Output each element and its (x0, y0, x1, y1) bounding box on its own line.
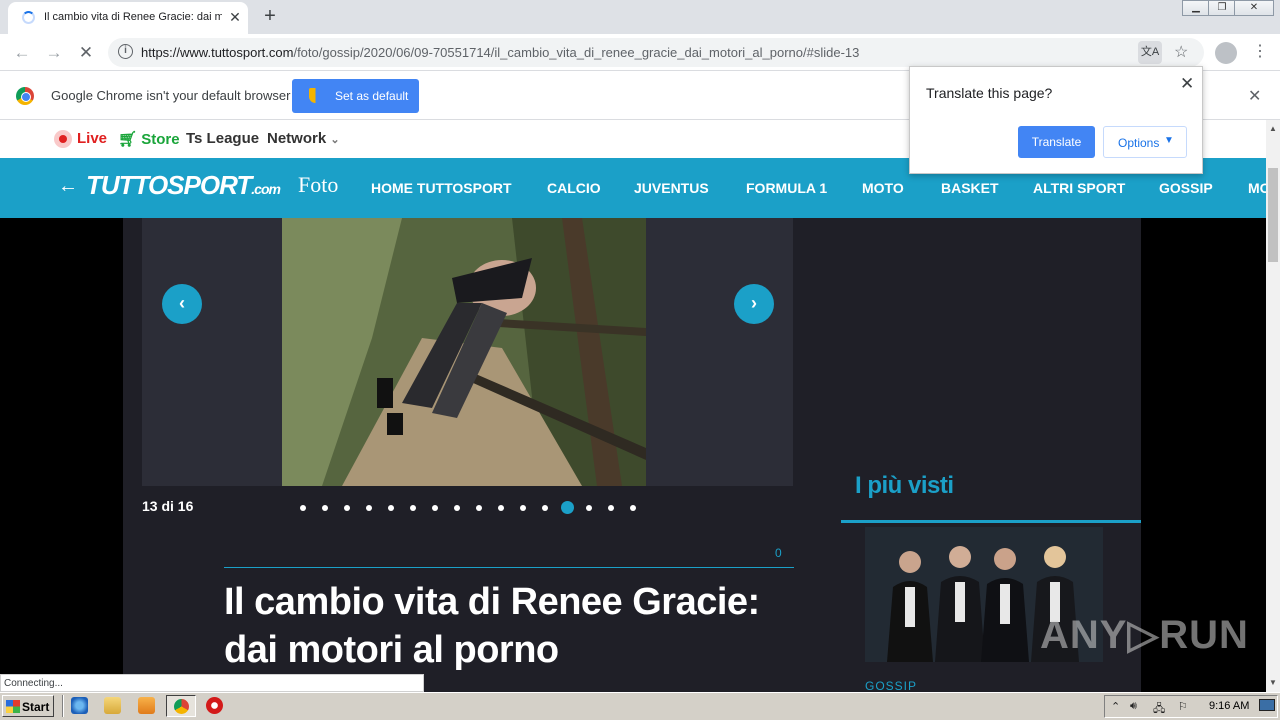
nav-item-altri-sport[interactable]: ALTRI SPORT (1033, 180, 1125, 196)
scroll-down-icon[interactable]: ▼ (1266, 676, 1280, 690)
slide-dot[interactable] (344, 505, 350, 511)
comment-count[interactable]: 0 (775, 546, 782, 560)
nav-item-formula1[interactable]: FORMULA 1 (746, 180, 827, 196)
network-icon[interactable]: 🖧 (1153, 700, 1165, 719)
slide-dot[interactable] (454, 505, 460, 511)
ts-league-link[interactable]: Ts League (186, 130, 259, 147)
screen: Il cambio vita di Renee Gracie: dai m ✕ … (0, 0, 1280, 720)
action-center-flag-icon[interactable]: ⚐ (1178, 700, 1188, 713)
slide-dot[interactable] (608, 505, 614, 511)
slide-dot[interactable] (476, 505, 482, 511)
chevron-down-icon: ⌄ (330, 134, 340, 146)
translate-icon[interactable]: 文A (1138, 41, 1162, 64)
most-viewed-heading: I più visti (855, 472, 954, 499)
translate-close-icon[interactable]: ✕ (1180, 74, 1194, 94)
slide-dot[interactable] (520, 505, 526, 511)
internet-explorer-icon[interactable] (71, 697, 88, 714)
previous-slide-button[interactable]: ‹ (162, 284, 202, 324)
forward-icon[interactable]: → (42, 41, 66, 65)
cart-icon: 🛒︎ (118, 131, 138, 148)
scrollbar-thumb[interactable] (1268, 168, 1278, 262)
translate-button[interactable]: Translate (1018, 126, 1095, 158)
slide-counter: 13 di 16 (142, 498, 194, 514)
slide-dot[interactable] (410, 505, 416, 511)
nav-item-moto[interactable]: MOTO (862, 180, 904, 196)
nav-item-calcio[interactable]: CALCIO (547, 180, 601, 196)
address-bar[interactable]: i https://www.tuttosport.com/foto/gossip… (108, 38, 1204, 67)
translate-question: Translate this page? (926, 85, 1053, 101)
most-viewed-divider (841, 520, 1141, 523)
set-as-default-button[interactable]: Set as default (292, 79, 419, 113)
section-title: Foto (298, 172, 339, 197)
photo-illustration (282, 218, 646, 486)
nav-item-home[interactable]: HOME TUTTOSPORT (371, 180, 512, 196)
network-dropdown[interactable]: Network ⌄ (267, 130, 340, 147)
slide-dot[interactable] (366, 505, 372, 511)
next-slide-button[interactable]: › (734, 284, 774, 324)
start-button[interactable]: Start (2, 695, 54, 717)
nav-item-juventus[interactable]: JUVENTUS (634, 180, 709, 196)
close-window-button[interactable]: ✕ (1234, 0, 1274, 16)
status-bubble: Connecting... (0, 674, 424, 692)
info-icon[interactable]: i (118, 44, 133, 59)
scroll-up-icon[interactable]: ▲ (1266, 122, 1280, 136)
dropdown-caret-icon: ▼ (1164, 135, 1174, 146)
site-logo[interactable]: TUTTOSPORT.com (86, 170, 281, 201)
restore-button[interactable]: ❐ (1208, 0, 1236, 16)
comment-divider (224, 567, 794, 568)
store-link[interactable]: 🛒︎ Store (118, 130, 180, 148)
taskbar-clock[interactable]: 9:16 AM (1209, 700, 1249, 712)
options-button[interactable]: Options ▼ (1103, 126, 1187, 158)
tab-title: Il cambio vita di Renee Gracie: dai m (44, 11, 222, 23)
new-tab-button[interactable]: + (258, 4, 282, 28)
chrome-menu-icon[interactable]: ⋮ (1252, 41, 1268, 65)
shield-icon (309, 88, 322, 103)
anyrun-watermark: ANY▷RUN (1040, 613, 1249, 657)
set-as-default-label: Set as default (335, 89, 409, 103)
slide-dot[interactable] (432, 505, 438, 511)
live-indicator-icon (54, 130, 72, 148)
infobar-message: Google Chrome isn't your default browser (51, 88, 291, 103)
gallery-photo[interactable] (282, 218, 646, 486)
volume-icon[interactable]: 🔊︎ (1130, 700, 1137, 713)
loading-spinner-icon (22, 11, 35, 24)
opera-icon[interactable] (206, 697, 223, 714)
url-text[interactable]: https://www.tuttosport.com/foto/gossip/2… (141, 45, 859, 60)
live-link[interactable]: Live (77, 130, 107, 147)
options-label: Options (1118, 136, 1160, 150)
slide-dot[interactable] (388, 505, 394, 511)
chrome-icon (174, 699, 189, 714)
stop-icon[interactable]: ✕ (74, 41, 98, 65)
slide-dot[interactable] (542, 505, 548, 511)
translate-popup: Translate this page? ✕ Translate Options… (909, 66, 1203, 174)
slide-dot[interactable] (322, 505, 328, 511)
thumbnail-category[interactable]: GOSSIP (865, 679, 917, 693)
slide-dot-active[interactable] (560, 501, 574, 514)
taskbar-chrome-button[interactable] (166, 695, 196, 717)
media-player-icon[interactable] (138, 697, 155, 714)
slide-dot[interactable] (630, 505, 636, 511)
nav-item-basket[interactable]: BASKET (941, 180, 999, 196)
infobar-close-icon[interactable]: ✕ (1248, 86, 1261, 106)
start-label: Start (22, 700, 50, 714)
tab-close-icon[interactable]: ✕ (226, 8, 244, 26)
minimize-button[interactable]: ▁ (1182, 0, 1210, 16)
windows-flag-icon (6, 700, 20, 713)
slide-dot[interactable] (300, 505, 306, 511)
article-headline: Il cambio vita di Renee Gracie: dai moto… (224, 581, 760, 671)
browser-tab[interactable]: Il cambio vita di Renee Gracie: dai m ✕ (8, 2, 248, 34)
nav-item-gossip[interactable]: GOSSIP (1159, 180, 1213, 196)
folder-icon[interactable] (104, 697, 121, 714)
chrome-logo-icon (16, 87, 34, 105)
show-desktop-icon[interactable] (1259, 699, 1275, 711)
back-arrow-icon[interactable]: ← (58, 175, 78, 198)
slide-dot[interactable] (586, 505, 592, 511)
tray-expand-icon[interactable]: ⌃ (1111, 700, 1120, 713)
bookmark-star-icon[interactable]: ☆ (1174, 42, 1188, 62)
back-icon[interactable]: ← (10, 41, 34, 65)
profile-avatar[interactable] (1215, 42, 1237, 64)
taskbar-separator (62, 695, 64, 717)
slide-dot[interactable] (498, 505, 504, 511)
